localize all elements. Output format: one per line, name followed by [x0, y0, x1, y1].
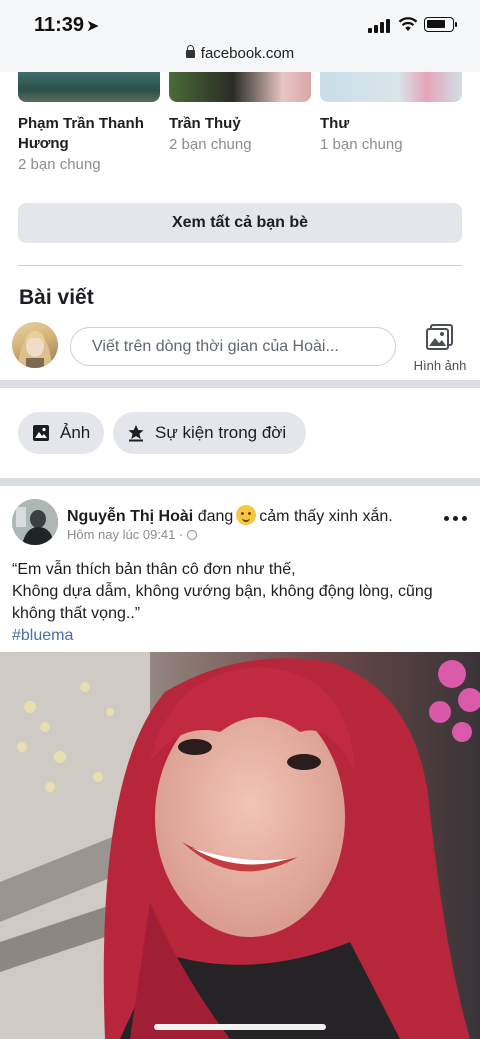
globe-icon — [187, 530, 198, 540]
posts-section-title: Bài viết — [19, 286, 94, 309]
clock: 11:39 — [34, 14, 85, 36]
section-separator — [0, 478, 480, 486]
life-event-icon — [128, 425, 144, 442]
section-separator — [0, 380, 480, 388]
feeling-prefix: đang — [197, 508, 234, 525]
browser-status-bar: 11:39 ➤ facebook.com — [0, 0, 480, 72]
photo-button-label: Hình ảnh — [413, 358, 467, 373]
friend-name[interactable]: Trần Thuỷ — [169, 114, 311, 134]
post-line: “Em vẫn thích bản thân cô đơn như thế, — [12, 561, 296, 578]
friend-photo[interactable] — [320, 72, 462, 102]
photo-icon — [426, 324, 453, 350]
feeling-text: cảm thấy xinh xắn. — [259, 508, 393, 525]
friends-grid: Phạm Trần Thanh Hương 2 bạn chung Trần T… — [0, 72, 480, 182]
more-options-icon[interactable] — [444, 516, 468, 522]
home-indicator[interactable] — [154, 1024, 326, 1030]
friend-photo[interactable] — [18, 72, 160, 102]
post-photo[interactable] — [0, 652, 480, 1039]
smiley-emoji-icon — [236, 505, 257, 525]
photo-button[interactable]: Hình ảnh — [405, 324, 475, 374]
mutual-friends: 1 bạn chung — [320, 136, 403, 153]
divider — [18, 265, 462, 266]
life-event-chip-label: Sự kiện trong đời — [155, 423, 287, 442]
hashtag-link[interactable]: #bluema — [12, 625, 472, 647]
friend-name[interactable]: Phạm Trần Thanh Hương — [18, 114, 160, 154]
location-arrow-icon: ➤ — [86, 18, 100, 35]
url-text: facebook.com — [200, 45, 295, 62]
address-bar[interactable]: facebook.com — [0, 45, 480, 62]
photo-chip-label: Ảnh — [60, 423, 91, 442]
friend-photo[interactable] — [169, 72, 311, 102]
post-author-name[interactable]: Nguyễn Thị Hoài — [67, 508, 193, 525]
cellular-signal-icon — [368, 19, 390, 33]
friend-card[interactable]: Phạm Trần Thanh Hương 2 bạn chung — [18, 72, 160, 175]
image-icon — [33, 425, 49, 441]
see-all-friends-button[interactable]: Xem tất cả bạn bè — [18, 203, 462, 243]
avatar[interactable] — [12, 322, 58, 368]
photo-chip[interactable]: Ảnh — [18, 412, 104, 454]
post-author-avatar[interactable] — [12, 499, 58, 545]
timeline-post-input[interactable]: Viết trên dòng thời gian của Hoài... — [70, 327, 396, 366]
post-header: Nguyễn Thị Hoài đang cảm thấy xinh xắn. — [67, 505, 393, 526]
wifi-icon — [398, 17, 418, 31]
post-time[interactable]: Hôm nay lúc 09:41 · — [67, 527, 183, 542]
battery-icon — [424, 17, 457, 32]
lock-icon — [185, 45, 195, 58]
friend-card[interactable]: Thư 1 bạn chung — [320, 72, 462, 155]
post-body: “Em vẫn thích bản thân cô đơn như thế, K… — [12, 559, 472, 647]
mutual-friends: 2 bạn chung — [169, 136, 252, 153]
friend-card[interactable]: Trần Thuỷ 2 bạn chung — [169, 72, 311, 155]
friend-name[interactable]: Thư — [320, 114, 462, 134]
life-event-chip[interactable]: Sự kiện trong đời — [113, 412, 306, 454]
post-timestamp[interactable]: Hôm nay lúc 09:41 · — [67, 527, 198, 542]
post-line: Không dựa dẫm, không vướng bận, không độ… — [12, 583, 433, 622]
mutual-friends: 2 bạn chung — [18, 156, 101, 173]
